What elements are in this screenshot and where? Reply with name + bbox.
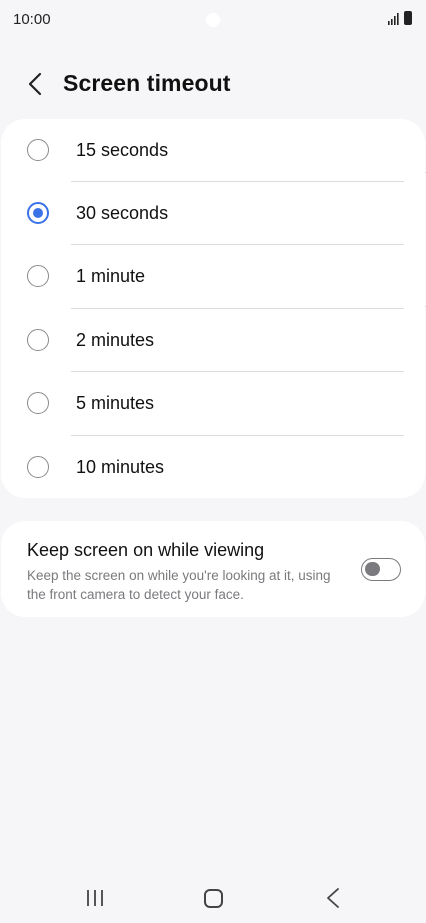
option-2-minutes[interactable]: 2 minutes — [1, 309, 425, 372]
radio-button-selected[interactable] — [27, 202, 49, 224]
radio-button[interactable] — [27, 139, 49, 161]
keep-screen-on-description: Keep the screen on while you're looking … — [27, 568, 331, 602]
option-label: 10 minutes — [76, 457, 165, 477]
page-title: Screen timeout — [63, 70, 231, 96]
battery-icon — [404, 11, 412, 25]
option-label: 1 minute — [76, 266, 146, 286]
radio-button[interactable] — [27, 329, 49, 351]
option-label: 15 seconds — [76, 140, 169, 160]
camera-cutout — [206, 13, 220, 27]
toggle-knob — [365, 561, 380, 576]
radio-button[interactable] — [27, 392, 49, 414]
option-1-minute[interactable]: 1 minute — [1, 245, 425, 308]
radio-button[interactable] — [27, 265, 49, 287]
status-time: 10:00 — [13, 11, 51, 28]
option-15-seconds[interactable]: 15 seconds — [1, 119, 425, 182]
chevron-left-icon — [28, 72, 42, 96]
option-30-seconds[interactable]: 30 seconds — [1, 182, 425, 245]
navigation-bar — [0, 873, 426, 923]
option-5-minutes[interactable]: 5 minutes — [1, 372, 425, 435]
option-10-minutes[interactable]: 10 minutes — [1, 436, 425, 499]
option-label: 5 minutes — [76, 393, 155, 413]
timeout-options-card: 15 seconds 30 seconds 1 minute 2 minutes… — [1, 119, 425, 498]
keep-screen-on-toggle[interactable] — [361, 558, 401, 581]
nav-back-icon[interactable] — [325, 887, 341, 909]
option-label: 30 seconds — [76, 203, 169, 223]
home-icon[interactable] — [204, 889, 223, 908]
keep-screen-on-title: Keep screen on while viewing — [27, 540, 265, 560]
option-label: 2 minutes — [76, 330, 155, 350]
status-bar: 10:00 — [0, 0, 426, 40]
signal-icon — [388, 13, 399, 25]
back-button[interactable] — [22, 70, 48, 98]
header: Screen timeout — [0, 62, 426, 106]
recents-icon[interactable] — [85, 889, 105, 907]
radio-button[interactable] — [27, 456, 49, 478]
keep-screen-on-card[interactable]: Keep screen on while viewing Keep the sc… — [1, 521, 425, 617]
